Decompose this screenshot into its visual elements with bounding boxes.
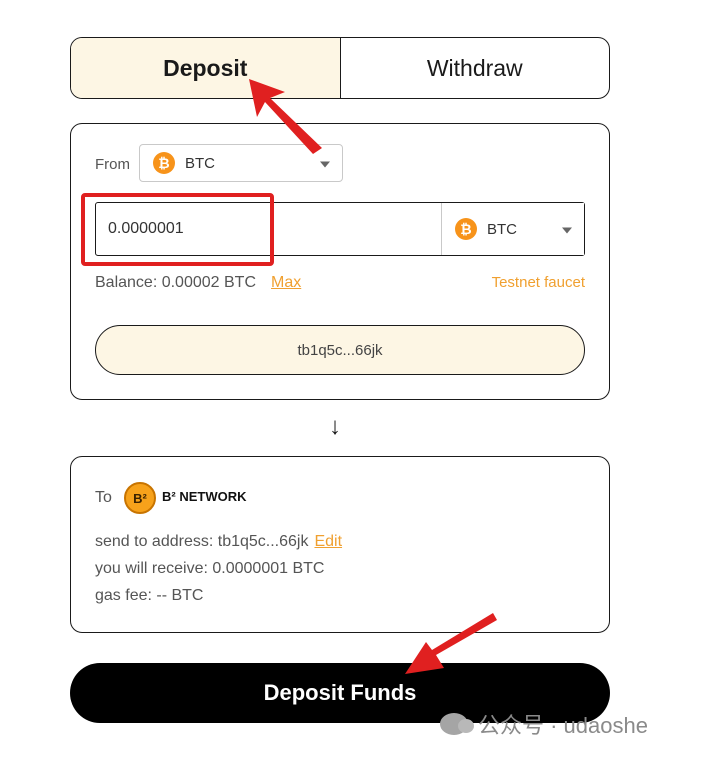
source-chain-value: BTC [185, 154, 215, 172]
send-to-address-text: send to address: tb1q5c...66jk [95, 533, 309, 550]
tab-deposit[interactable]: Deposit [71, 38, 341, 98]
bitcoin-icon: ₿ [455, 218, 477, 240]
testnet-faucet-link[interactable]: Testnet faucet [492, 274, 585, 291]
token-select[interactable]: ₿ BTC [441, 203, 584, 255]
amount-row: ₿ BTC [95, 202, 585, 256]
edit-address-link[interactable]: Edit [314, 533, 342, 550]
to-label: To [95, 489, 112, 506]
chevron-down-icon [562, 227, 572, 234]
amount-input[interactable] [96, 203, 441, 255]
b2-network-logo: B² [124, 482, 156, 514]
watermark-text: 公众号 · udaoshe [478, 713, 648, 738]
source-chain-select[interactable]: ₿ BTC [139, 144, 343, 182]
token-value: BTC [487, 220, 517, 238]
watermark: 公众号 · udaoshe [440, 708, 648, 740]
balance-text: Balance: 0.00002 BTC [95, 274, 256, 291]
arrow-down-icon: ↓ [329, 413, 341, 440]
from-label: From [95, 156, 130, 173]
chevron-down-icon [320, 161, 330, 168]
network-name: B² NETWORK [162, 489, 247, 504]
to-card: To B² B² NETWORK send to address: tb1q5c… [70, 456, 610, 633]
send-to-address-row: send to address: tb1q5c...66jk Edit [95, 533, 342, 551]
wallet-address-button[interactable]: tb1q5c...66jk [95, 325, 585, 375]
bitcoin-icon: ₿ [153, 152, 175, 174]
receive-amount-text: you will receive: 0.0000001 BTC [95, 560, 325, 577]
from-card: From ₿ BTC ₿ BTC Balance: 0.00002 BTC Ma… [70, 123, 610, 400]
max-link[interactable]: Max [271, 274, 301, 292]
chat-bubble-icon [440, 713, 474, 735]
tab-withdraw[interactable]: Withdraw [341, 38, 610, 98]
gas-fee-text: gas fee: -- BTC [95, 587, 204, 604]
deposit-withdraw-tabs: Deposit Withdraw [70, 37, 610, 99]
